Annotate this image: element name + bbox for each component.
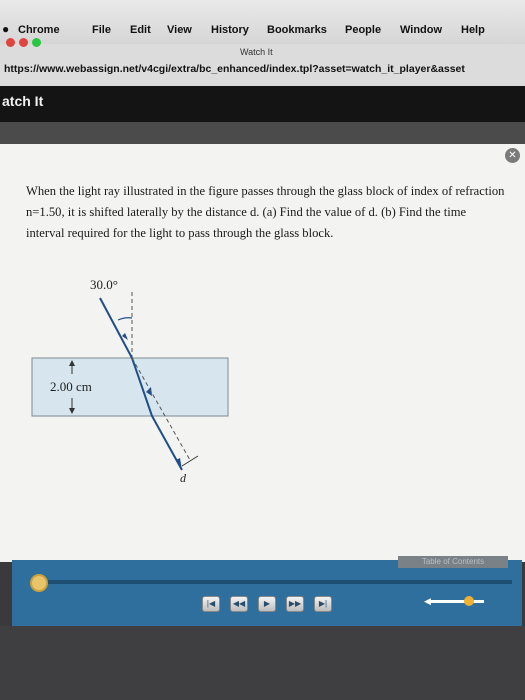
video-player-bar xyxy=(12,560,522,626)
menu-edit[interactable]: Edit xyxy=(130,24,151,36)
overlay-backdrop xyxy=(0,122,525,144)
rewind-icon: ◀◀ xyxy=(232,599,246,608)
address-bar[interactable]: https://www.webassign.net/v4cgi/extra/bc… xyxy=(4,63,465,75)
last-button[interactable]: ▶| xyxy=(314,596,332,612)
window-title: Watch It xyxy=(240,47,273,57)
thickness-label: 2.00 cm xyxy=(50,379,92,394)
menu-chrome[interactable]: Chrome xyxy=(18,24,60,36)
menu-window[interactable]: Window xyxy=(400,24,442,36)
rewind-button[interactable]: ◀◀ xyxy=(230,596,248,612)
refraction-figure: 30.0° 2.00 cm d xyxy=(31,277,229,485)
menu-bookmarks[interactable]: Bookmarks xyxy=(267,24,327,36)
incident-ray xyxy=(99,297,133,359)
menu-view[interactable]: View xyxy=(167,24,192,36)
table-of-contents-button[interactable]: Table of Contents xyxy=(398,556,508,568)
angle-arc xyxy=(117,317,133,321)
progress-track[interactable] xyxy=(42,580,512,584)
skip-end-icon: ▶| xyxy=(318,599,328,608)
apple-logo-icon[interactable]: ● xyxy=(2,22,9,36)
fast-forward-button[interactable]: ▶▶ xyxy=(286,596,304,612)
menu-people[interactable]: People xyxy=(345,24,381,36)
play-icon: ▶ xyxy=(263,599,271,608)
menu-help[interactable]: Help xyxy=(461,24,485,36)
problem-statement: When the light ray illustrated in the fi… xyxy=(26,184,505,240)
first-button[interactable]: |◀ xyxy=(202,596,220,612)
shift-marker xyxy=(181,455,199,467)
page-header xyxy=(0,86,525,122)
lower-backdrop xyxy=(0,626,525,700)
menu-history[interactable]: History xyxy=(211,24,249,36)
volume-slider[interactable] xyxy=(430,600,484,603)
fast-forward-icon: ▶▶ xyxy=(288,599,302,608)
emergent-arrow-icon xyxy=(176,458,182,470)
speaker-icon: ◀ xyxy=(424,596,431,606)
play-button[interactable]: ▶ xyxy=(258,596,276,612)
page-title: atch It xyxy=(2,93,44,109)
zoom-window-icon[interactable] xyxy=(32,38,41,47)
minimize-window-icon[interactable] xyxy=(19,38,28,47)
scrub-handle[interactable] xyxy=(30,574,48,592)
menu-file[interactable]: File xyxy=(92,24,111,36)
shift-label: d xyxy=(180,471,187,485)
mac-menu-bar xyxy=(0,0,525,44)
angle-label: 30.0° xyxy=(90,277,118,292)
volume-knob[interactable] xyxy=(464,596,474,606)
close-icon[interactable]: ✕ xyxy=(505,148,520,163)
close-window-icon[interactable] xyxy=(6,38,15,47)
skip-start-icon: |◀ xyxy=(206,599,216,608)
